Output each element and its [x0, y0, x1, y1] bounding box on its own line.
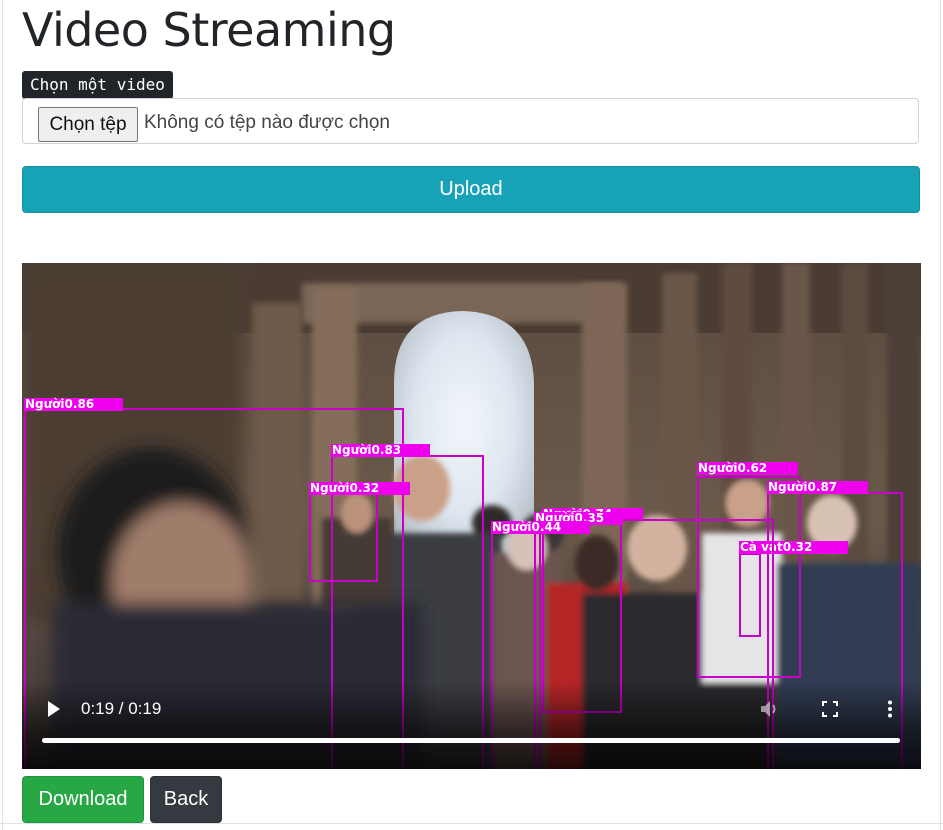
detection-label: Người0.44 — [491, 521, 590, 534]
video-player[interactable]: Người0.86 Người0.83 Người0.32 Người0.62 … — [22, 263, 921, 769]
progress-bar[interactable] — [42, 738, 900, 743]
time-display: 0:19 / 0:19 — [81, 699, 162, 718]
download-button[interactable]: Download — [22, 776, 144, 823]
detection-box — [309, 493, 378, 582]
page-border-left — [2, 0, 3, 830]
file-input[interactable]: Chọn tệp Không có tệp nào được chọn — [22, 98, 919, 144]
file-input-label: Chọn một video — [22, 71, 173, 99]
file-status-text: Không có tệp nào được chọn — [144, 112, 390, 133]
page-border-bottom — [0, 823, 943, 824]
detection-label: Người0.32 — [309, 482, 410, 495]
detection-label: Người0.83 — [331, 444, 430, 457]
volume-icon[interactable] — [759, 699, 781, 719]
detection-label: Người0.62 — [697, 462, 798, 475]
detection-label: Người0.87 — [767, 481, 868, 494]
page-border-right — [940, 0, 941, 830]
upload-button[interactable]: Upload — [22, 166, 920, 213]
detection-label: Người0.86 — [24, 398, 123, 411]
back-button[interactable]: Back — [150, 776, 222, 823]
progress-fill — [42, 738, 900, 743]
page-title: Video Streaming — [22, 3, 396, 57]
choose-file-button[interactable]: Chọn tệp — [38, 107, 138, 142]
more-options-icon[interactable] — [886, 700, 894, 718]
video-controls: 0:19 / 0:19 — [22, 681, 921, 769]
fullscreen-icon[interactable] — [822, 701, 838, 717]
play-icon[interactable] — [46, 700, 62, 718]
